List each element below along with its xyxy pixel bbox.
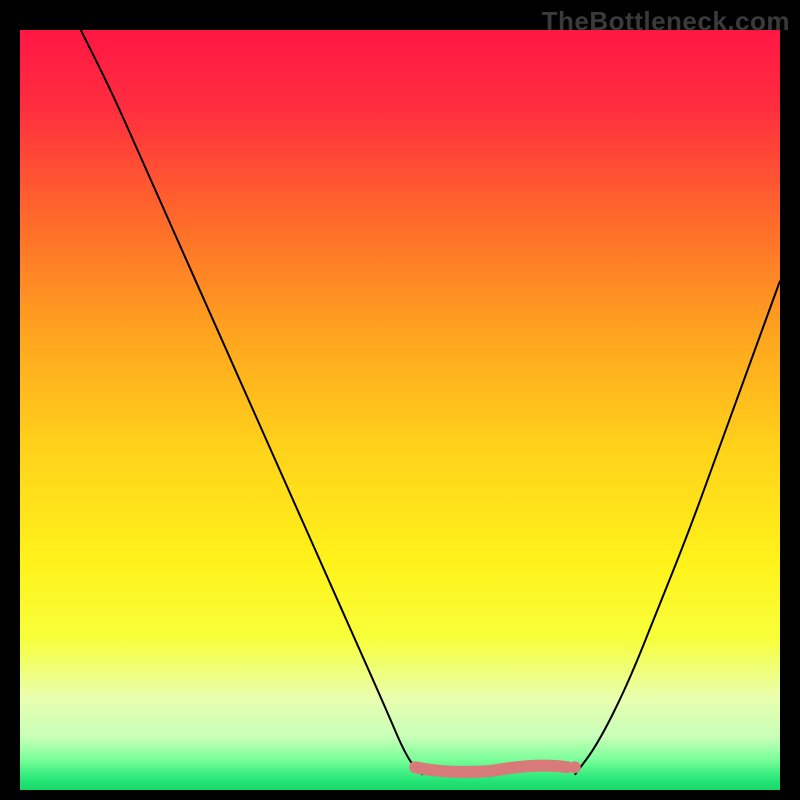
optimal-range-marker xyxy=(415,766,567,772)
optimal-range-end-dot xyxy=(569,761,581,773)
plot-area xyxy=(20,30,780,790)
watermark-text: TheBottleneck.com xyxy=(542,6,790,37)
bottleneck-chart-svg xyxy=(20,30,780,790)
chart-frame: TheBottleneck.com xyxy=(0,0,800,800)
